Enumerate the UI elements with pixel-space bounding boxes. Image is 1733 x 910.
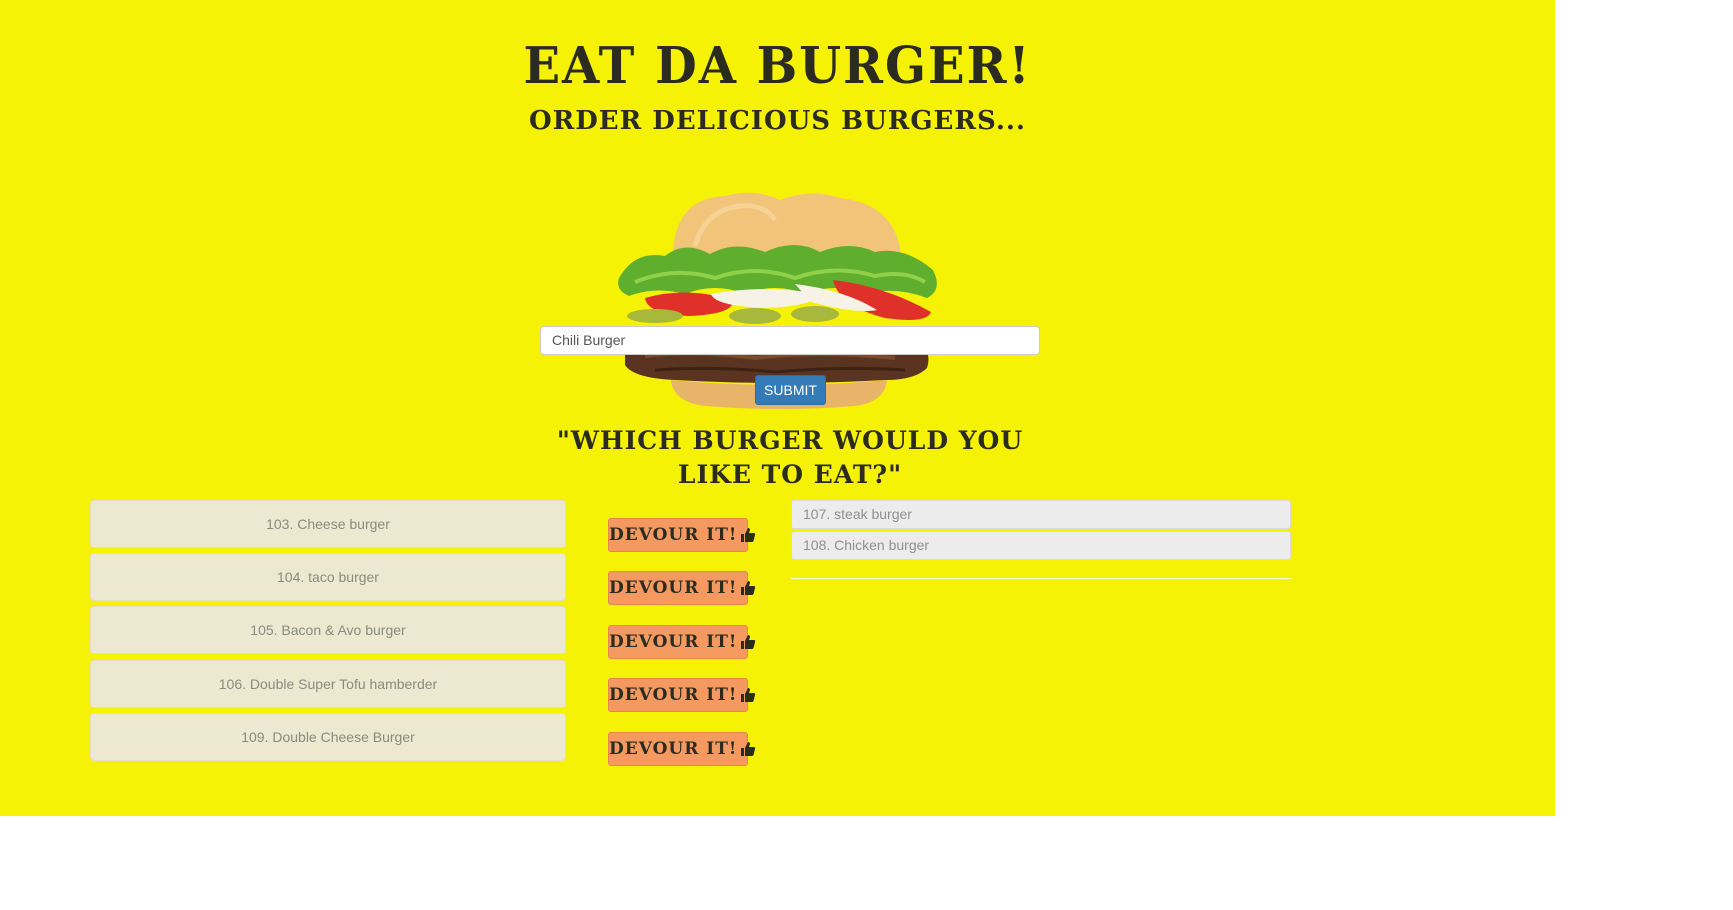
page-subtitle: ORDER DELICIOUS BURGERS... — [529, 106, 1026, 136]
question-heading: "WHICH BURGER WOULD YOU LIKE TO EAT?" — [556, 426, 1024, 489]
page-margin-right — [1555, 0, 1733, 816]
uneaten-burger-item: 109. Double Cheese Burger — [90, 713, 566, 761]
devoured-burger-item: 108. Chicken burger — [791, 531, 1291, 560]
devour-button-label: DEVOUR IT! — [609, 739, 738, 759]
thumbs-up-icon — [741, 688, 756, 702]
submit-button[interactable]: SUBMIT — [755, 375, 826, 405]
devour-button-label: DEVOUR IT! — [609, 525, 738, 545]
burger-name-input[interactable]: Chili Burger — [540, 326, 1040, 355]
devoured-list-divider — [791, 578, 1291, 579]
uneaten-burger-item: 106. Double Super Tofu hamberder — [90, 660, 566, 708]
thumbs-up-icon — [741, 635, 756, 649]
devour-button[interactable]: DEVOUR IT! — [608, 732, 756, 766]
page-title: EAT DA BURGER! — [523, 36, 1032, 96]
devour-button-label: DEVOUR IT! — [609, 632, 738, 652]
uneaten-burger-item: 104. taco burger — [90, 553, 566, 601]
devour-button[interactable]: DEVOUR IT! — [608, 518, 756, 552]
uneaten-burger-item: 105. Bacon & Avo burger — [90, 606, 566, 654]
thumbs-up-icon — [741, 742, 756, 756]
devour-button[interactable]: DEVOUR IT! — [608, 678, 756, 712]
devour-button-label: DEVOUR IT! — [609, 685, 738, 705]
devour-button[interactable]: DEVOUR IT! — [608, 571, 756, 605]
devour-button-label: DEVOUR IT! — [609, 578, 738, 598]
thumbs-up-icon — [741, 528, 756, 542]
devour-button[interactable]: DEVOUR IT! — [608, 625, 756, 659]
devoured-burger-item: 107. steak burger — [791, 500, 1291, 529]
uneaten-burger-item: 103. Cheese burger — [90, 500, 566, 548]
thumbs-up-icon — [741, 581, 756, 595]
page-margin-bottom — [0, 816, 1733, 910]
